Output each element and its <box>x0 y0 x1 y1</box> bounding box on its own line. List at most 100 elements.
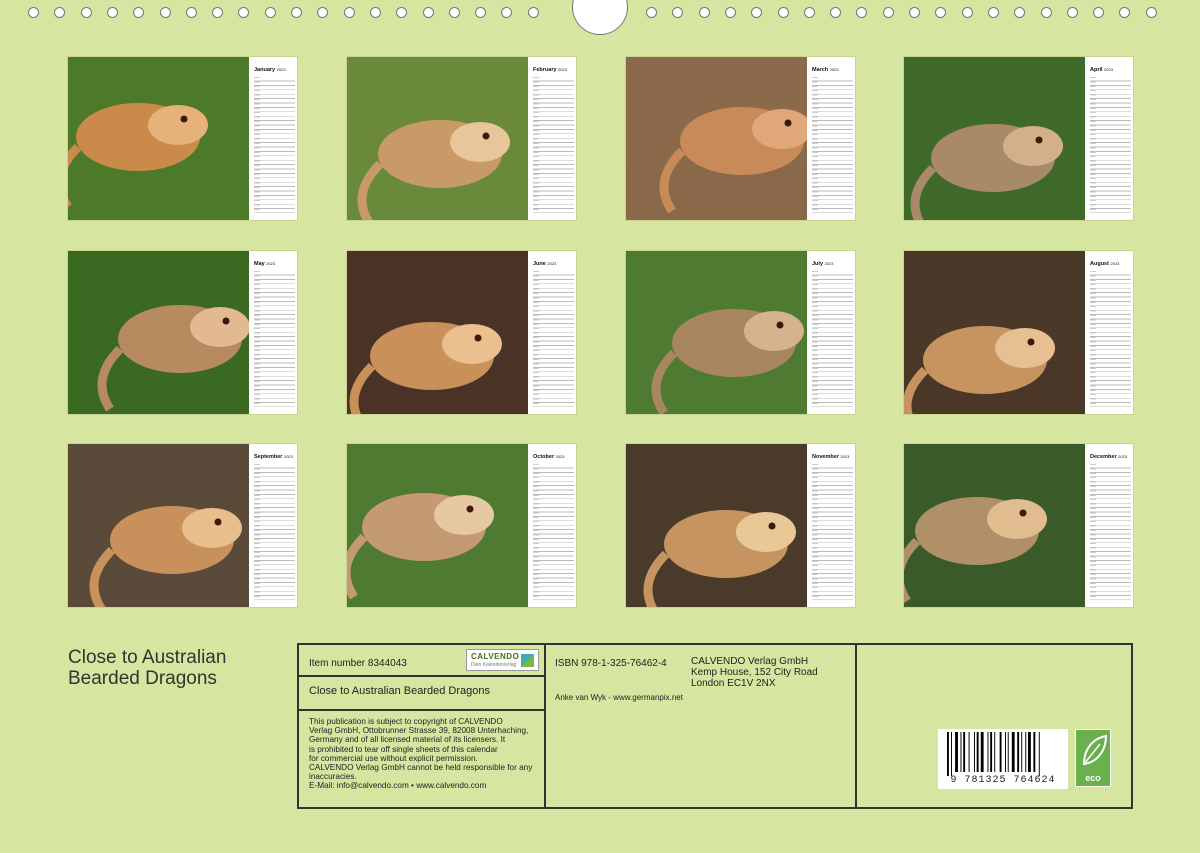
calendar-title-text: Close to Australian Bearded Dragons <box>68 647 227 689</box>
month-name: February <box>533 67 557 73</box>
month-name: May <box>254 261 265 267</box>
publisher-address-line: Kemp House, 152 City Road <box>691 667 818 678</box>
month-title: March 2023 <box>812 67 839 73</box>
month-title: September 2023 <box>254 454 293 460</box>
binding-hole <box>106 7 118 18</box>
binding-hole <box>724 7 736 18</box>
month-title: April 2023 <box>1090 67 1113 73</box>
day-lines <box>533 464 574 600</box>
month-page-october: October 2023 <box>347 444 576 607</box>
month-title: October 2023 <box>533 454 565 460</box>
month-page-december: December 2023 <box>904 444 1133 607</box>
logo-tagline: Dein Kalenderverlag <box>471 662 517 668</box>
month-title: August 2023 <box>1090 261 1119 267</box>
bearded-dragon-photo <box>68 444 249 607</box>
day-lines <box>254 464 295 600</box>
month-calendar-column: December 2023 <box>1085 444 1133 607</box>
month-title: May 2023 <box>254 261 275 267</box>
bearded-dragon-photo <box>347 57 528 220</box>
bearded-dragon-photo <box>904 251 1085 414</box>
month-page-april: April 2023 <box>904 57 1133 220</box>
month-year: 2023 <box>555 454 565 459</box>
day-lines <box>533 271 574 407</box>
binding-hole <box>882 7 894 18</box>
isbn: ISBN 978-1-325-76462-4 <box>555 658 667 669</box>
month-year: 2023 <box>558 67 567 72</box>
binding-hole <box>185 7 197 18</box>
binding-hole <box>527 7 539 18</box>
month-year: 2023 <box>824 261 834 266</box>
month-page-march: March 2023 <box>626 57 855 220</box>
month-title: December 2023 <box>1090 454 1127 460</box>
month-calendar-column: August 2023 <box>1085 251 1133 414</box>
binding-hole <box>475 7 487 18</box>
month-page-november: November 2023 <box>626 444 855 607</box>
month-name: October <box>533 454 555 460</box>
calvendo-logo: CALVENDO Dein Kalenderverlag <box>466 649 539 671</box>
logo-brand: CALVENDO <box>471 652 520 661</box>
publisher-name: CALVENDO Verlag GmbH <box>691 656 809 667</box>
day-lines <box>1090 464 1131 600</box>
binding-hole <box>291 7 302 18</box>
month-year: 2023 <box>829 67 839 72</box>
month-year: 2023 <box>1118 454 1128 459</box>
binding-hole <box>1014 7 1026 18</box>
month-year: 2023 <box>840 454 850 459</box>
binding-hole <box>961 7 973 18</box>
binding-hole <box>987 7 999 18</box>
month-page-february: February 2023 <box>347 57 576 220</box>
month-calendar-column: April 2023 <box>1085 57 1133 220</box>
box-title: Close to Australian Bearded Dragons <box>309 685 490 697</box>
bearded-dragon-photo <box>68 251 249 414</box>
day-lines <box>1090 77 1131 213</box>
bearded-dragon-photo <box>626 251 807 414</box>
binding-holes <box>0 0 1200 35</box>
month-name: November <box>812 454 839 460</box>
bearded-dragon-photo <box>904 57 1085 220</box>
day-lines <box>812 464 853 600</box>
month-calendar-column: June 2023 <box>528 251 576 414</box>
month-name: January <box>254 67 276 73</box>
eco-badge: eco <box>1075 729 1111 787</box>
binding-hole <box>133 7 145 18</box>
month-title: June 2023 <box>533 261 556 267</box>
month-year: 2023 <box>276 67 286 72</box>
day-lines <box>812 271 853 407</box>
divider <box>544 645 546 807</box>
bearded-dragon-photo <box>626 57 807 220</box>
month-name: July <box>812 261 824 267</box>
day-lines <box>533 77 574 213</box>
month-name: August <box>1090 261 1109 267</box>
binding-hole <box>672 7 684 18</box>
hanger-cutout <box>572 0 628 35</box>
month-calendar-column: September 2023 <box>249 444 297 607</box>
binding-hole <box>80 7 92 18</box>
month-page-july: July 2023 <box>626 251 855 414</box>
month-title: January 2023 <box>254 67 286 73</box>
month-name: December <box>1090 454 1117 460</box>
month-year: 2023 <box>266 261 276 266</box>
binding-hole <box>777 7 789 18</box>
month-calendar-column: October 2023 <box>528 444 576 607</box>
month-title: July 2023 <box>812 261 833 267</box>
binding-hole <box>501 7 513 18</box>
binding-hole <box>159 7 171 18</box>
binding-hole <box>317 7 329 18</box>
divider <box>855 645 857 807</box>
binding-hole <box>698 7 710 18</box>
binding-hole <box>1066 7 1078 18</box>
month-title: February 2023 <box>533 67 567 73</box>
binding-hole <box>264 7 276 18</box>
month-name: June <box>533 261 546 267</box>
divider <box>299 675 544 677</box>
publisher-address: CALVENDO Verlag GmbH Kemp House, 152 Cit… <box>691 656 818 689</box>
divider <box>299 709 544 711</box>
binding-hole <box>1093 7 1105 18</box>
bearded-dragon-photo <box>347 251 528 414</box>
leaf-icon <box>1082 734 1108 766</box>
binding-hole <box>212 7 224 18</box>
month-page-august: August 2023 <box>904 251 1133 414</box>
binding-hole <box>646 7 657 18</box>
month-calendar-column: February 2023 <box>528 57 576 220</box>
month-name: September <box>254 454 283 460</box>
